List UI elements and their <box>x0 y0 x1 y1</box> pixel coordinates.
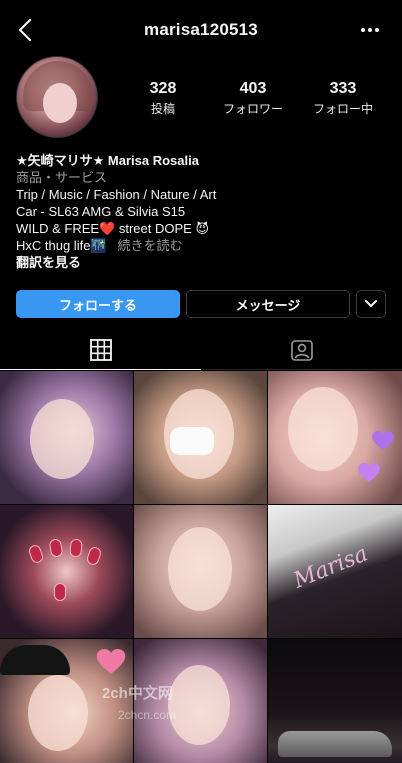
bio-line-4: HxC thug life🌃 <box>16 238 107 253</box>
phone-case-text: Marisa <box>290 541 372 594</box>
chevron-down-icon <box>365 300 377 307</box>
nail <box>27 543 45 565</box>
profile-actions: フォローする メッセージ <box>16 290 386 318</box>
post-thumbnail[interactable] <box>0 371 133 504</box>
see-translation-link[interactable]: 翻訳を見る <box>16 254 386 271</box>
stat-posts-label: 投稿 <box>150 102 175 116</box>
face-mask <box>170 427 214 455</box>
follow-button[interactable]: フォローする <box>16 290 180 318</box>
post-thumbnail[interactable] <box>0 505 133 638</box>
hat <box>0 645 70 675</box>
top-bar: marisa120513 <box>0 0 402 60</box>
suggested-accounts-button[interactable] <box>356 290 386 318</box>
avatar[interactable] <box>16 56 98 138</box>
stat-posts[interactable]: 328 投稿 <box>118 80 208 117</box>
tagged-person-icon <box>290 340 313 361</box>
watermark-text: 2ch中文网 <box>102 685 173 702</box>
avatar-face <box>43 83 77 123</box>
nail <box>69 538 83 558</box>
bio-line-1: Trip / Music / Fashion / Nature / Art <box>16 187 217 202</box>
more-horizontal-icon <box>361 28 379 32</box>
post-thumbnail[interactable]: Marisa <box>268 505 402 638</box>
heart-sticker-icon <box>372 431 394 450</box>
post-face <box>168 665 230 745</box>
grid-icon <box>89 338 112 361</box>
profile-tabs <box>0 330 402 370</box>
message-button[interactable]: メッセージ <box>186 290 350 318</box>
bio-line-4-row: HxC thug life🌃 続きを読む <box>16 237 386 254</box>
profile-stats: 328 投稿 403 フォロワー 333 フォロー中 <box>118 80 388 117</box>
nail <box>48 538 64 558</box>
profile-username: marisa120513 <box>144 20 258 39</box>
stat-following[interactable]: 333 フォロー中 <box>298 80 388 117</box>
post-face <box>30 399 94 479</box>
bio-line-2: Car - SL63 AMG & Silvia S15 <box>16 204 186 219</box>
post-face <box>288 387 358 471</box>
profile-display-name: ★矢崎マリサ★ Marisa Rosalia <box>16 153 199 168</box>
nail <box>85 545 103 567</box>
nail <box>54 583 66 601</box>
profile-bio: ★矢崎マリサ★ Marisa Rosalia 商品・サービス Trip / Mu… <box>16 152 386 271</box>
post-thumbnail[interactable] <box>268 371 402 504</box>
stat-following-label: フォロー中 <box>312 102 373 116</box>
stat-following-count: 333 <box>329 80 357 97</box>
post-thumbnail[interactable] <box>134 371 267 504</box>
bio-line-3: WILD & FREE❤️ street DOPE 😈 <box>16 221 209 236</box>
watermark-url: 2chcn.com <box>118 708 177 722</box>
post-thumbnail[interactable] <box>134 505 267 638</box>
post-thumbnail[interactable] <box>268 639 402 763</box>
car <box>278 731 392 757</box>
post-face <box>168 527 232 611</box>
stat-followers-count: 403 <box>239 80 267 97</box>
posts-grid: Marisa <box>0 371 402 763</box>
post-face <box>28 675 88 751</box>
stat-posts-count: 328 <box>149 80 177 97</box>
more-options-button[interactable] <box>358 18 382 42</box>
stat-followers[interactable]: 403 フォロワー <box>208 80 298 117</box>
profile-category: 商品・サービス <box>16 170 108 185</box>
tab-tagged[interactable] <box>201 330 402 370</box>
tab-grid[interactable] <box>0 330 201 370</box>
heart-sticker-icon <box>358 463 380 482</box>
read-more-link[interactable]: 続きを読む <box>117 238 182 253</box>
heart-sticker-icon <box>96 649 126 674</box>
stat-followers-label: フォロワー <box>222 102 283 116</box>
